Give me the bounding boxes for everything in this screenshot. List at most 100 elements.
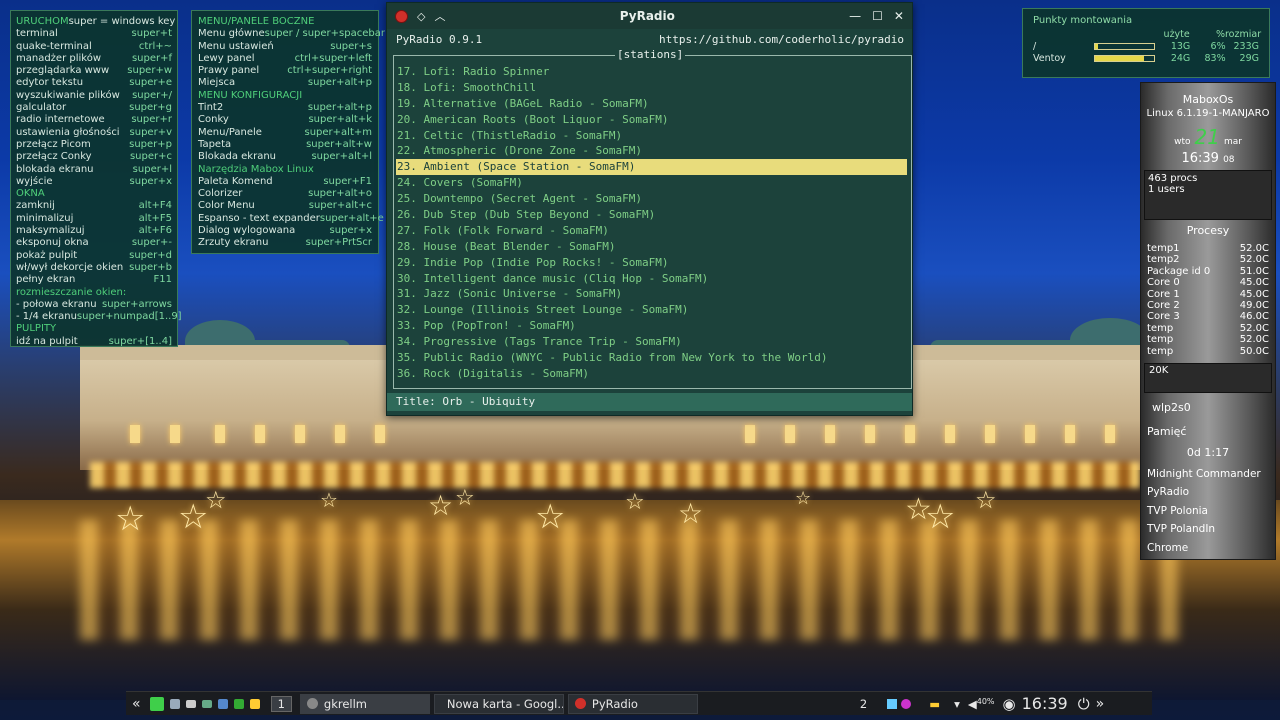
station-item[interactable]: 26. Dub Step (Dub Step Beyond - SomaFM) [396,207,907,223]
taskbar-task[interactable]: PyRadio [567,693,698,714]
close-icon[interactable]: ✕ [894,9,904,23]
shortcut-label: zamknij [16,200,55,212]
volume-control[interactable]: ◀ 40% [968,697,995,711]
mount-row: / 13G 6% 233G [1033,40,1259,52]
temperature-row[interactable]: temp1 52.0C [1141,243,1275,254]
station-item[interactable]: 33. Pop (PopTron! - SomaFM) [396,318,907,334]
station-item[interactable]: 35. Public Radio (WNYC - Public Radio fr… [396,350,907,366]
shortcut-label: - 1/4 ekranu [16,311,77,323]
folder-icon[interactable] [185,699,196,708]
station-item[interactable]: 32. Lounge (Illinois Street Lounge - Som… [396,302,907,318]
chevron-right-icon[interactable]: » [1096,696,1105,712]
shortcut-row: Color Menu super+alt+c [198,200,372,212]
shortcut-key: super+w [127,65,172,77]
station-item[interactable]: 36. Rock (Digitalis - SomaFM) [396,366,907,382]
shade-up-icon[interactable]: ︿ [434,8,445,24]
launcher-item[interactable]: Midnight Commander [1141,465,1275,484]
station-item[interactable]: 17. Lofi: Radio Spinner [396,64,907,80]
station-item[interactable]: 30. Intelligent dance music (Cliq Hop - … [396,271,907,287]
grid-icon[interactable] [249,698,260,709]
wifi-icon[interactable]: ▾ [954,697,960,711]
power-icon[interactable]: ⏻ [1078,695,1090,713]
shortcut-label: pełny ekran [16,274,76,286]
tray-app-icon[interactable] [887,698,898,709]
station-item[interactable]: 19. Alternative (BAGeL Radio - SomaFM) [396,96,907,112]
network-interface[interactable]: wlp2s0 [1144,399,1272,421]
taskbar-task[interactable]: gkrellm [299,693,430,714]
terminal-area[interactable]: PyRadio 0.9.1 https://github.com/coderho… [387,29,912,415]
calendar[interactable]: wto 21 mar [1141,125,1275,149]
shortcut-row: Tint2 super+alt+p [198,102,372,114]
tray-color-icon[interactable] [901,698,912,709]
temperature-row[interactable]: Core 0 45.0C [1141,277,1275,288]
gkrellm-icon [306,698,318,709]
desktop-switcher[interactable]: 1 [270,695,292,712]
taskbar-task[interactable]: Nowa karta - Googl... [433,693,564,714]
maximize-icon[interactable]: ☐ [872,9,883,23]
battery-icon[interactable]: ▬ [929,697,940,711]
shortcut-row: Colorizer super+alt+o [198,188,372,200]
temperature-row[interactable]: temp 52.0C [1141,334,1275,345]
temperature-row[interactable]: temp2 52.0C [1141,254,1275,265]
station-item[interactable]: 25. Downtempo (Secret Agent - SomaFM) [396,191,907,207]
shortcut-row: wł/wył dekorcje okien super+b [16,262,172,274]
pyradio-window[interactable]: ◇ ︿ PyRadio — ☐ ✕ PyRadio 0.9.1 https://… [386,2,913,416]
taskbar-clock[interactable]: 16:39 [1022,694,1068,713]
station-item[interactable]: 20. American Roots (Boot Liquor - SomaFM… [396,112,907,128]
mount-name: / [1033,40,1037,52]
gkrellm-clock[interactable]: 16:39 08 [1141,151,1275,166]
shortcut-row: wyjście super+x [16,176,172,188]
station-item[interactable]: 27. Folk (Folk Forward - SomaFM) [396,223,907,239]
station-list[interactable]: 17. Lofi: Radio Spinner 18. Lofi: SmoothC… [396,64,907,382]
temperature-row[interactable]: Core 1 45.0C [1141,289,1275,300]
shortcut-key: alt+F6 [138,225,172,237]
task-label: gkrellm [323,696,368,711]
station-item[interactable]: 21. Celtic (ThistleRadio - SomaFM) [396,128,907,144]
star-light-icon: ☆ [535,497,566,537]
apps-icon[interactable] [233,698,244,709]
station-item-selected[interactable]: 23. Ambient (Space Station - SomaFM) [396,159,907,176]
launcher-item[interactable]: TVP Polonia [1141,502,1275,521]
process-graph[interactable]: 463 procs 1 users [1144,170,1272,220]
station-item[interactable]: 34. Progressive (Tags Trance Trip - Soma… [396,334,907,350]
disk-graph[interactable]: 20K [1144,362,1272,393]
terminal-icon[interactable] [201,699,212,708]
stations-box: [stations] 17. Lofi: Radio Spinner 18. Lo… [393,48,912,389]
temperature-row[interactable]: temp 50.0C [1141,346,1275,357]
files-icon[interactable] [169,698,180,709]
shortcut-key: super+r [131,114,172,126]
station-item[interactable]: 22. Atmospheric (Drone Zone - SomaFM) [396,143,907,159]
sensor-name: temp1 [1147,243,1180,254]
shortcut-key: ctrl+~ [138,40,172,52]
sensor-value: 51.0C [1239,265,1269,277]
station-item[interactable]: 29. Indie Pop (Indie Pop Rocks! - SomaFM… [396,255,907,271]
sticky-icon[interactable]: ◇ [417,10,425,23]
launcher-item[interactable]: TVP PolandIn [1141,520,1275,539]
pyradio-app-icon[interactable] [395,9,408,23]
mount-used: 13G [1170,40,1191,52]
launcher-item[interactable]: Chrome [1141,539,1275,558]
shortcut-row: Menu/Panele super+alt+m [198,127,372,139]
station-item[interactable]: 18. Lofi: SmoothChill [396,80,907,96]
minimize-icon[interactable]: — [849,9,861,23]
hostname: MaboxOs [1182,93,1234,106]
shortcut-row: idź na pulpit super+[1..4] [16,336,172,348]
pyradio-url[interactable]: https://github.com/coderholic/pyradio [659,33,904,47]
menu-icon[interactable] [149,696,164,711]
station-item[interactable]: 24. Covers (SomaFM) [396,175,907,191]
temperature-row[interactable]: Core 2 49.0C [1141,300,1275,311]
station-item[interactable]: 31. Jazz (Sonic Universe - SomaFM) [396,286,907,302]
temperature-row[interactable]: Package id 0 51.0C [1141,266,1275,277]
shortcut-key: super+g [129,102,172,114]
shortcut-row: Tapeta super+alt+w [198,139,372,151]
gkrellm-monitor[interactable]: MaboxOs Linux 6.1.19-1-MANJARO wto 21 ma… [1140,82,1276,560]
window-titlebar[interactable]: ◇ ︿ PyRadio — ☐ ✕ [387,3,912,29]
temperature-row[interactable]: temp 52.0C [1141,323,1275,334]
launcher-item[interactable]: PyRadio [1141,483,1275,502]
station-item[interactable]: 28. House (Beat Blender - SomaFM) [396,239,907,255]
shortcut-row: edytor tekstu super+e [16,77,172,89]
screenshot-camera-icon[interactable]: ◉ [1003,695,1016,713]
temperature-row[interactable]: Core 3 46.0C [1141,311,1275,322]
browser-icon[interactable] [217,698,228,709]
chevron-left-icon[interactable]: « [132,696,141,712]
